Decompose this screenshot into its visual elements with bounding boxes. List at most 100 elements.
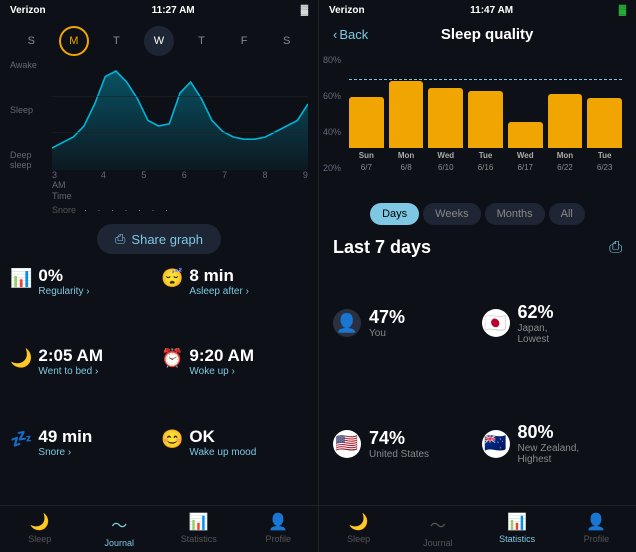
bar-mon1-fill (389, 81, 424, 148)
right-bottom-nav: 🌙 Sleep 〜 Journal 📊 Statistics 👤 Profile (319, 505, 636, 552)
tab-all[interactable]: All (549, 203, 585, 225)
right-nav-sleep[interactable]: 🌙 Sleep (319, 512, 398, 548)
asleep-label: Asleep after › (189, 286, 248, 297)
left-nav-journal[interactable]: 〜 Journal (80, 512, 160, 548)
mood-icon: 😊 (161, 429, 183, 450)
left-nav-statistics-label: Statistics (181, 534, 217, 544)
tab-months[interactable]: Months (485, 203, 545, 225)
bar-mon2-wrap (548, 55, 583, 148)
x-label-7: 7 (222, 170, 227, 190)
stat-japan-flag: 🇯🇵 (482, 309, 510, 337)
day-mon[interactable]: M (59, 26, 89, 56)
right-nav-journal-icon: 〜 (430, 512, 446, 536)
metrics-grid: 📊 0% Regularity › 😴 8 min Asleep after ›… (0, 260, 318, 505)
bar-tue2-date: 6/23 (597, 163, 613, 173)
left-nav-profile-icon: 👤 (268, 512, 288, 532)
right-nav-journal-label: Journal (423, 538, 453, 548)
bars-area: Sun 6/7 Mon 6/8 Wed 6/10 (349, 55, 622, 173)
sleep-chart: Awake Sleep Deepsleep 3AM (10, 60, 308, 190)
stat-us-pct: 74% (369, 428, 429, 449)
bar-wed2-date: 6/17 (517, 163, 533, 173)
right-share-icon[interactable]: ⎙ (609, 239, 622, 257)
day-sat[interactable]: S (272, 26, 302, 56)
bar-sun: Sun 6/7 (349, 55, 384, 173)
metric-bedtime[interactable]: 🌙 2:05 AM Went to bed › (10, 346, 157, 418)
stat-us-label: United States (369, 449, 429, 460)
metric-snore[interactable]: 💤 49 min Snore › (10, 427, 157, 499)
battery-icon: ▓ (301, 5, 308, 16)
metric-regularity[interactable]: 📊 0% Regularity › (10, 266, 157, 338)
stat-japan-pct: 62% (518, 302, 554, 323)
tab-row: Days Weeks Months All (319, 197, 636, 231)
day-fri[interactable]: F (229, 26, 259, 56)
metric-asleep[interactable]: 😴 8 min Asleep after › (161, 266, 308, 338)
bar-mon1-date: 6/8 (401, 163, 412, 173)
left-nav-profile-label: Profile (265, 534, 291, 544)
stat-you: 👤 47% You (333, 268, 474, 379)
y-40: 40% (323, 127, 341, 137)
asleep-icon: 😴 (161, 268, 183, 289)
stat-nz-pct: 80% (518, 422, 580, 443)
stat-us: 🇺🇸 74% United States (333, 389, 474, 500)
bar-wed2: Wed 6/17 (508, 55, 543, 173)
right-nav-profile-icon: 👤 (586, 512, 606, 532)
bars-container: Sun 6/7 Mon 6/8 Wed 6/10 (349, 55, 622, 173)
bar-wed1-fill (428, 88, 463, 149)
left-nav-statistics[interactable]: 📊 Statistics (159, 512, 239, 548)
x-label-4: 4 (101, 170, 106, 190)
left-status-bar: Verizon 11:27 AM ▓ (0, 0, 318, 20)
snore-markers: · · · · · · · (84, 205, 172, 215)
bar-tue1-day: Tue (479, 151, 493, 160)
tab-weeks[interactable]: Weeks (423, 203, 480, 225)
bar-mon2-date: 6/22 (557, 163, 573, 173)
stat-you-label: You (369, 328, 405, 339)
metric-mood[interactable]: 😊 OK Wake up mood (161, 427, 308, 499)
bar-wed1-day: Wed (437, 151, 454, 160)
y-20: 20% (323, 163, 341, 173)
right-carrier: Verizon (329, 5, 365, 16)
back-button[interactable]: ‹ Back (333, 27, 368, 42)
share-graph-button[interactable]: ⎙ Share graph (97, 224, 221, 254)
bar-tue2-day: Tue (598, 151, 612, 160)
right-status-bar: Verizon 11:47 AM ▓ (319, 0, 636, 20)
bar-tue2-fill (587, 98, 622, 148)
bar-sun-fill (349, 97, 384, 148)
day-thu[interactable]: T (187, 26, 217, 56)
asleep-value: 8 min (189, 266, 248, 286)
bar-tue1-date: 6/16 (478, 163, 494, 173)
left-nav-sleep[interactable]: 🌙 Sleep (0, 512, 80, 548)
y-80: 80% (323, 55, 341, 65)
tab-days[interactable]: Days (370, 203, 419, 225)
x-label-8: 8 (263, 170, 268, 190)
right-nav-statistics[interactable]: 📊 Statistics (478, 512, 557, 548)
day-sun[interactable]: S (16, 26, 46, 56)
left-nav-journal-icon: 〜 (111, 512, 127, 536)
right-nav-sleep-label: Sleep (347, 534, 370, 544)
chart-svg-wrap (52, 60, 308, 170)
metric-wakeup-text: 9:20 AM Woke up › (189, 346, 254, 377)
stat-us-flag: 🇺🇸 (333, 430, 361, 458)
share-graph-label: Share graph (131, 232, 203, 247)
metric-wakeup[interactable]: ⏰ 9:20 AM Woke up › (161, 346, 308, 418)
day-wed[interactable]: W (144, 26, 174, 56)
bar-mon1-day: Mon (398, 151, 414, 160)
day-row: S M T W T F S (0, 20, 318, 60)
day-tue[interactable]: T (101, 26, 131, 56)
right-nav-journal[interactable]: 〜 Journal (398, 512, 477, 548)
stats-grid: 👤 47% You 🇯🇵 62% Japan,Lowest 🇺🇸 74% Uni… (319, 262, 636, 505)
x-label-9: 9 (303, 170, 308, 190)
metric-bedtime-text: 2:05 AM Went to bed › (38, 346, 103, 377)
left-nav-statistics-icon: 📊 (189, 512, 209, 532)
metric-mood-text: OK Wake up mood (189, 427, 256, 458)
chart-y-labels: Awake Sleep Deepsleep (10, 60, 37, 170)
left-nav-profile[interactable]: 👤 Profile (239, 512, 319, 548)
right-header: ‹ Back Sleep quality (319, 20, 636, 47)
left-panel: Verizon 11:27 AM ▓ S M T W T F S Awake S… (0, 0, 318, 552)
right-nav-sleep-icon: 🌙 (349, 512, 369, 532)
y-60: 60% (323, 91, 341, 101)
right-nav-profile[interactable]: 👤 Profile (557, 512, 636, 548)
mood-value: OK (189, 427, 256, 447)
regularity-value: 0% (38, 266, 89, 286)
stat-nz: 🇳🇿 80% New Zealand,Highest (482, 389, 623, 500)
label-awake: Awake (10, 60, 37, 70)
